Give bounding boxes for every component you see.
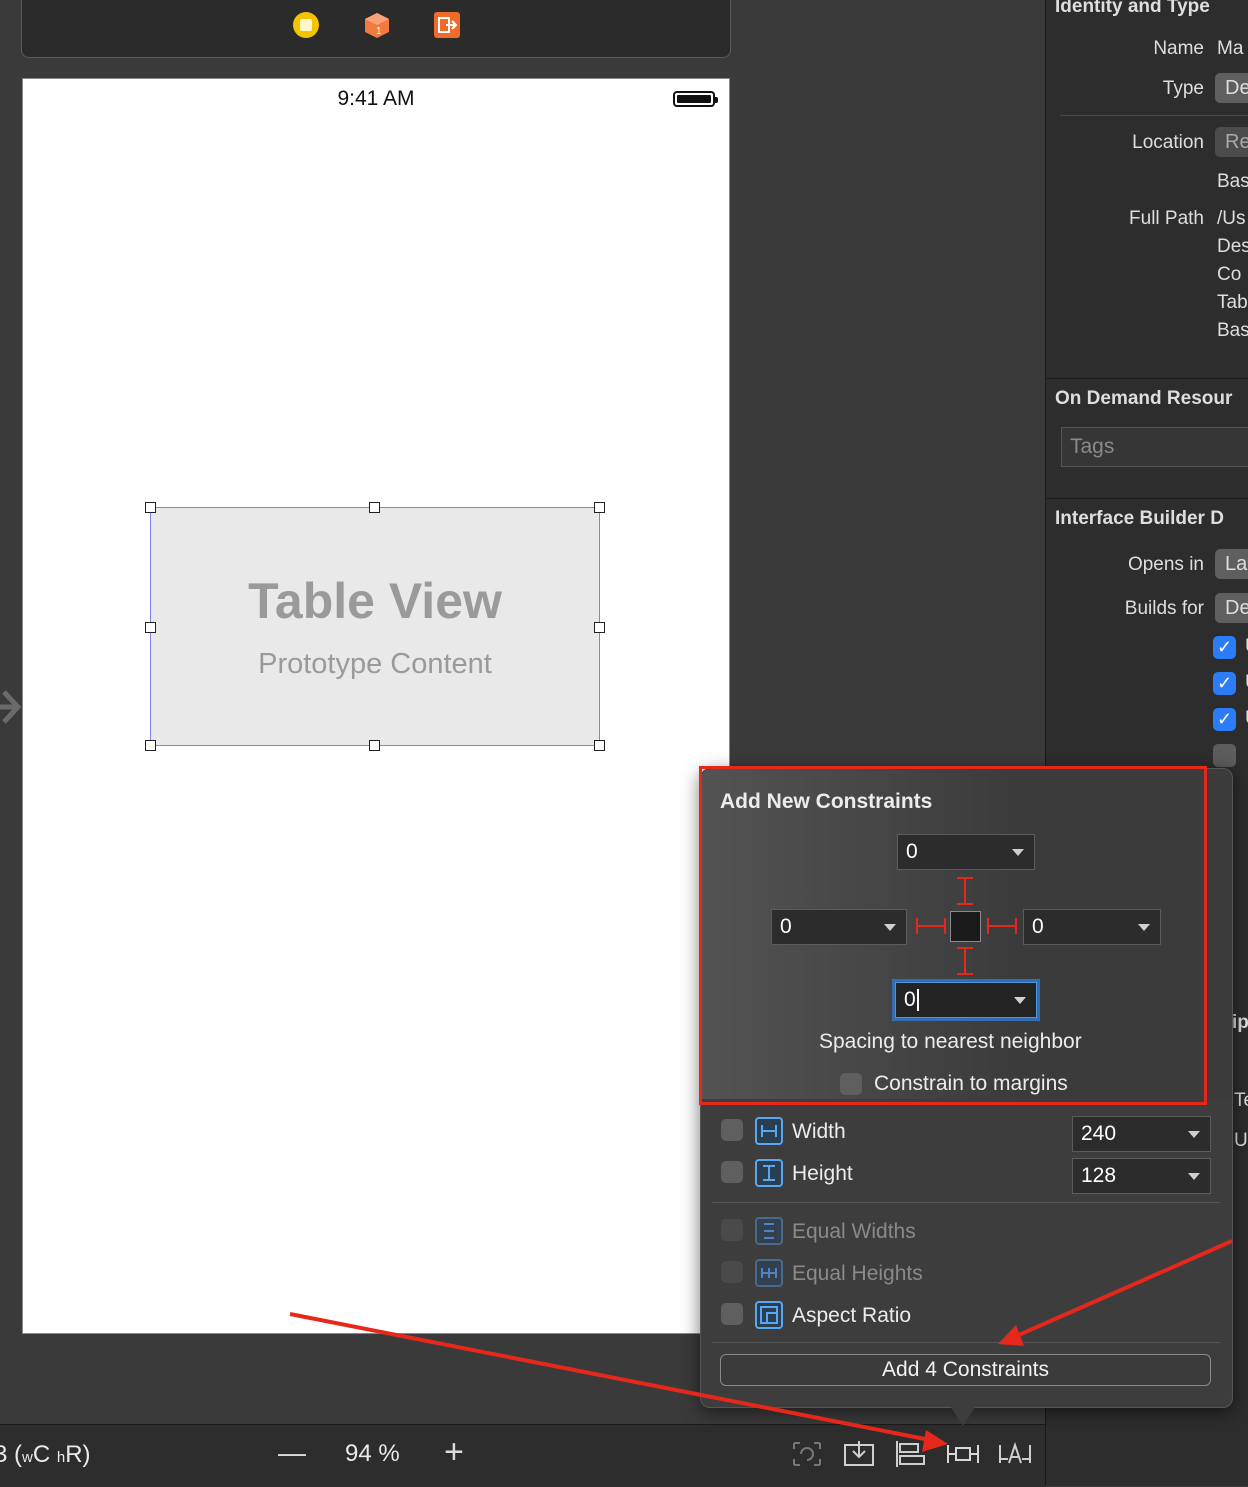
- equal-widths-label: Equal Widths: [792, 1220, 916, 1243]
- partial-label: U: [1234, 1130, 1248, 1151]
- section-divider: [1046, 498, 1248, 499]
- equal-widths-icon: [755, 1217, 783, 1245]
- scene-dock: 1: [21, 0, 731, 58]
- height-constraint-icon: [755, 1159, 783, 1187]
- equal-heights-checkbox[interactable]: [721, 1261, 743, 1283]
- update-frames-icon[interactable]: [790, 1439, 824, 1469]
- type-popup[interactable]: De: [1215, 73, 1248, 103]
- width-value: 240: [1081, 1122, 1117, 1145]
- resize-handle[interactable]: [369, 740, 380, 751]
- full-path-line: Co: [1217, 264, 1242, 285]
- popover-pointer: [949, 1404, 977, 1426]
- exit-icon[interactable]: [433, 11, 461, 39]
- zoom-level: 94 %: [345, 1440, 400, 1467]
- name-field[interactable]: Ma: [1217, 38, 1243, 60]
- size-class-prefix: 3 (: [0, 1441, 23, 1468]
- opens-in-popup[interactable]: La: [1215, 549, 1248, 579]
- height-label: Height: [792, 1162, 853, 1185]
- svg-text:1: 1: [376, 26, 382, 37]
- equal-widths-checkbox[interactable]: [721, 1219, 743, 1241]
- section-on-demand-resources: On Demand Resour: [1055, 388, 1233, 409]
- location-popup[interactable]: Re: [1215, 127, 1248, 157]
- checkbox-unchecked[interactable]: [1213, 744, 1236, 767]
- resize-handle[interactable]: [369, 502, 380, 513]
- size-class-c: C: [32, 1441, 51, 1468]
- resize-handle[interactable]: [594, 740, 605, 751]
- size-class-h: h: [56, 1449, 66, 1466]
- height-checkbox[interactable]: [721, 1161, 743, 1183]
- divider: [1060, 115, 1248, 116]
- entry-point-arrow-icon[interactable]: [0, 686, 22, 733]
- height-value-field[interactable]: 128: [1072, 1158, 1211, 1194]
- height-value: 128: [1081, 1164, 1117, 1187]
- size-class-r: R): [65, 1441, 91, 1468]
- resolve-issues-icon[interactable]: [998, 1439, 1032, 1469]
- first-responder-icon[interactable]: 1: [363, 11, 391, 39]
- table-view-subtitle: Prototype Content: [258, 648, 492, 680]
- aspect-ratio-label: Aspect Ratio: [792, 1304, 912, 1327]
- resize-handle[interactable]: [594, 622, 605, 633]
- view-controller-icon[interactable]: [292, 11, 320, 39]
- table-view-title: Table View: [248, 573, 502, 629]
- section-identity-and-type: Identity and Type: [1055, 0, 1210, 17]
- width-label: Width: [792, 1120, 846, 1143]
- resize-handle[interactable]: [145, 502, 156, 513]
- location-subtext: Bas: [1217, 171, 1248, 192]
- width-checkbox[interactable]: [721, 1119, 743, 1141]
- annotation-highlight-box: [699, 766, 1207, 1105]
- section-divider: [1046, 378, 1248, 379]
- full-path-line: Tab: [1217, 292, 1248, 313]
- section-interface-builder-document: Interface Builder D: [1055, 508, 1224, 529]
- resize-handle[interactable]: [145, 740, 156, 751]
- aspect-ratio-icon: [755, 1301, 783, 1329]
- resize-handle[interactable]: [145, 622, 156, 633]
- aspect-ratio-checkbox[interactable]: [721, 1303, 743, 1325]
- full-path-label: Full Path: [1129, 208, 1204, 229]
- size-class-w: w: [22, 1449, 33, 1466]
- canvas-bottom-bar: 3 (wC hR) — 94 % +: [0, 1424, 1045, 1487]
- width-value-field[interactable]: 240: [1072, 1116, 1211, 1152]
- resize-handle[interactable]: [594, 502, 605, 513]
- equal-heights-icon: [755, 1259, 783, 1287]
- type-label: Type: [1162, 78, 1204, 99]
- tags-field[interactable]: Tags: [1061, 427, 1248, 467]
- divider: [712, 1342, 1220, 1343]
- opens-in-label: Opens in: [1127, 554, 1204, 575]
- chevron-down-icon[interactable]: [1188, 1173, 1200, 1180]
- checkbox-checked[interactable]: ✓: [1213, 636, 1236, 659]
- battery-icon: [673, 91, 718, 107]
- status-bar-time: 9:41 AM: [337, 87, 415, 110]
- width-constraint-icon: [755, 1117, 783, 1145]
- full-path-line: /Us: [1217, 208, 1246, 229]
- embed-in-stack-icon[interactable]: [842, 1439, 876, 1469]
- size-class-label[interactable]: 3 (wC hR): [0, 1441, 91, 1469]
- align-icon[interactable]: [894, 1439, 928, 1469]
- name-label: Name: [1153, 38, 1204, 59]
- add-constraints-icon[interactable]: [946, 1439, 980, 1469]
- chevron-down-icon[interactable]: [1188, 1131, 1200, 1138]
- checkbox-checked[interactable]: ✓: [1213, 672, 1236, 695]
- divider: [712, 1202, 1220, 1203]
- location-label: Location: [1132, 132, 1204, 153]
- zoom-out-button[interactable]: —: [278, 1437, 306, 1469]
- builds-for-popup[interactable]: De: [1215, 593, 1248, 623]
- table-view[interactable]: Table View Prototype Content: [145, 502, 605, 751]
- add-constraints-button[interactable]: Add 4 Constraints: [720, 1354, 1211, 1386]
- partial-section-label: ip: [1232, 1012, 1248, 1033]
- partial-label: Te: [1234, 1090, 1248, 1111]
- full-path-line: Bas: [1217, 320, 1248, 341]
- view-controller-canvas[interactable]: 9:41 AM Table View Prototype Content: [22, 78, 730, 1334]
- equal-heights-label: Equal Heights: [792, 1262, 923, 1285]
- zoom-in-button[interactable]: +: [444, 1433, 464, 1472]
- builds-for-label: Builds for: [1124, 598, 1204, 619]
- full-path-line: Des: [1217, 236, 1248, 257]
- checkbox-checked[interactable]: ✓: [1213, 708, 1236, 731]
